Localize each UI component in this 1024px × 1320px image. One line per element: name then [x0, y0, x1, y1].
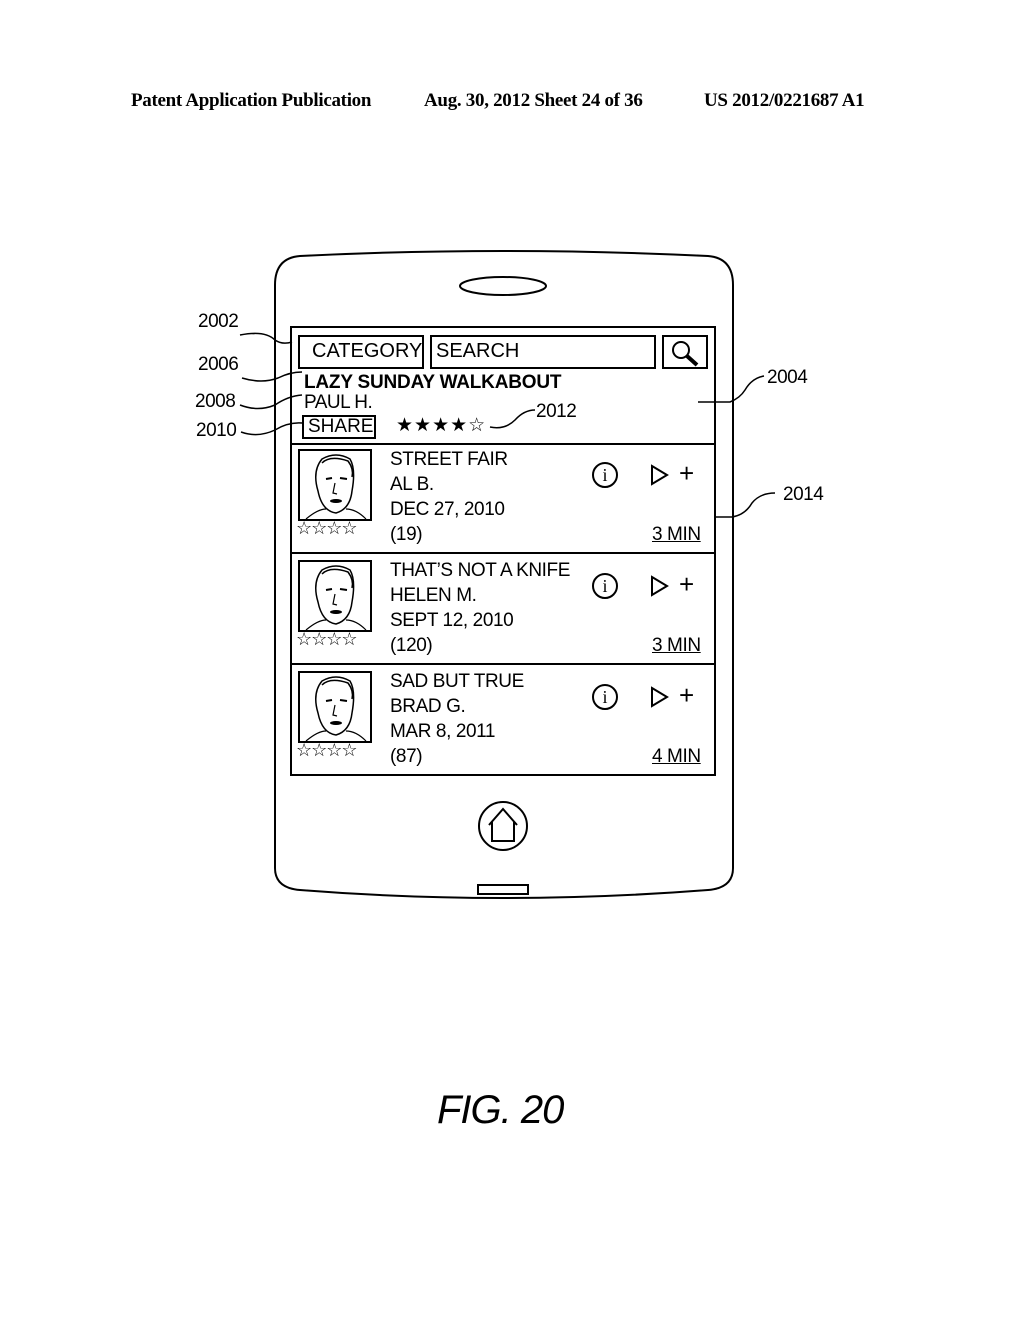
- add-icon[interactable]: +: [679, 680, 694, 711]
- list-item[interactable]: ☆☆☆☆ STREET FAIR AL B. DEC 27, 2010 (19)…: [292, 443, 714, 554]
- featured-rating[interactable]: ★★★★☆: [396, 414, 486, 437]
- list-item[interactable]: ☆☆☆☆ SAD BUT TRUE BRAD G. MAR 8, 2011 (8…: [292, 665, 714, 776]
- avatar: [298, 671, 372, 743]
- bottom-port: [477, 884, 529, 895]
- add-icon[interactable]: +: [679, 569, 694, 600]
- avatar: [298, 560, 372, 632]
- item-date: MAR 8, 2011: [390, 721, 496, 742]
- app-screen: CATEGORY SEARCH LAZY SUNDAY WALKABOUT PA…: [290, 326, 716, 776]
- search-input[interactable]: SEARCH: [430, 335, 656, 369]
- item-review-count: (19): [390, 524, 423, 545]
- speaker-slot: [459, 276, 547, 296]
- featured-author: PAUL H.: [304, 392, 373, 413]
- ref-2006: 2006: [198, 354, 239, 375]
- featured-title: LAZY SUNDAY WALKABOUT: [304, 372, 562, 393]
- add-icon[interactable]: +: [679, 458, 694, 489]
- item-rating[interactable]: ☆☆☆☆: [296, 518, 358, 539]
- avatar: [298, 449, 372, 521]
- item-title: THAT’S NOT A KNIFE: [390, 560, 571, 581]
- item-author: AL B.: [390, 474, 434, 495]
- play-icon[interactable]: [650, 575, 670, 597]
- info-icon[interactable]: i: [592, 462, 618, 488]
- item-author: BRAD G.: [390, 696, 466, 717]
- item-duration[interactable]: 3 MIN: [652, 635, 701, 657]
- ref-2010: 2010: [196, 420, 237, 441]
- share-button[interactable]: SHARE: [302, 415, 376, 439]
- item-title: SAD BUT TRUE: [390, 671, 524, 692]
- item-date: DEC 27, 2010: [390, 499, 505, 520]
- search-button[interactable]: [662, 335, 708, 369]
- item-rating[interactable]: ☆☆☆☆: [296, 740, 358, 761]
- figure-caption: FIG. 20: [437, 1088, 564, 1132]
- play-icon[interactable]: [650, 686, 670, 708]
- magnifier-icon: [672, 341, 699, 367]
- item-title: STREET FAIR: [390, 449, 508, 470]
- ref-2004: 2004: [767, 367, 808, 388]
- item-review-count: (120): [390, 635, 433, 656]
- item-review-count: (87): [390, 746, 423, 767]
- home-icon: [488, 807, 518, 842]
- ref-2008: 2008: [195, 391, 236, 412]
- ref-2002: 2002: [198, 311, 239, 332]
- play-icon[interactable]: [650, 464, 670, 486]
- item-date: SEPT 12, 2010: [390, 610, 514, 631]
- item-duration[interactable]: 3 MIN: [652, 524, 701, 546]
- item-author: HELEN M.: [390, 585, 477, 606]
- category-button[interactable]: CATEGORY: [298, 335, 424, 369]
- home-button[interactable]: [478, 801, 528, 851]
- face-portrait-icon: [305, 676, 367, 742]
- list-item[interactable]: ☆☆☆☆ THAT’S NOT A KNIFE HELEN M. SEPT 12…: [292, 554, 714, 665]
- item-duration[interactable]: 4 MIN: [652, 746, 701, 768]
- ref-2014: 2014: [783, 484, 824, 505]
- featured-panel: CATEGORY SEARCH LAZY SUNDAY WALKABOUT PA…: [292, 328, 714, 445]
- face-portrait-icon: [305, 565, 367, 631]
- face-portrait-icon: [305, 454, 367, 520]
- item-rating[interactable]: ☆☆☆☆: [296, 629, 358, 650]
- info-icon[interactable]: i: [592, 684, 618, 710]
- info-icon[interactable]: i: [592, 573, 618, 599]
